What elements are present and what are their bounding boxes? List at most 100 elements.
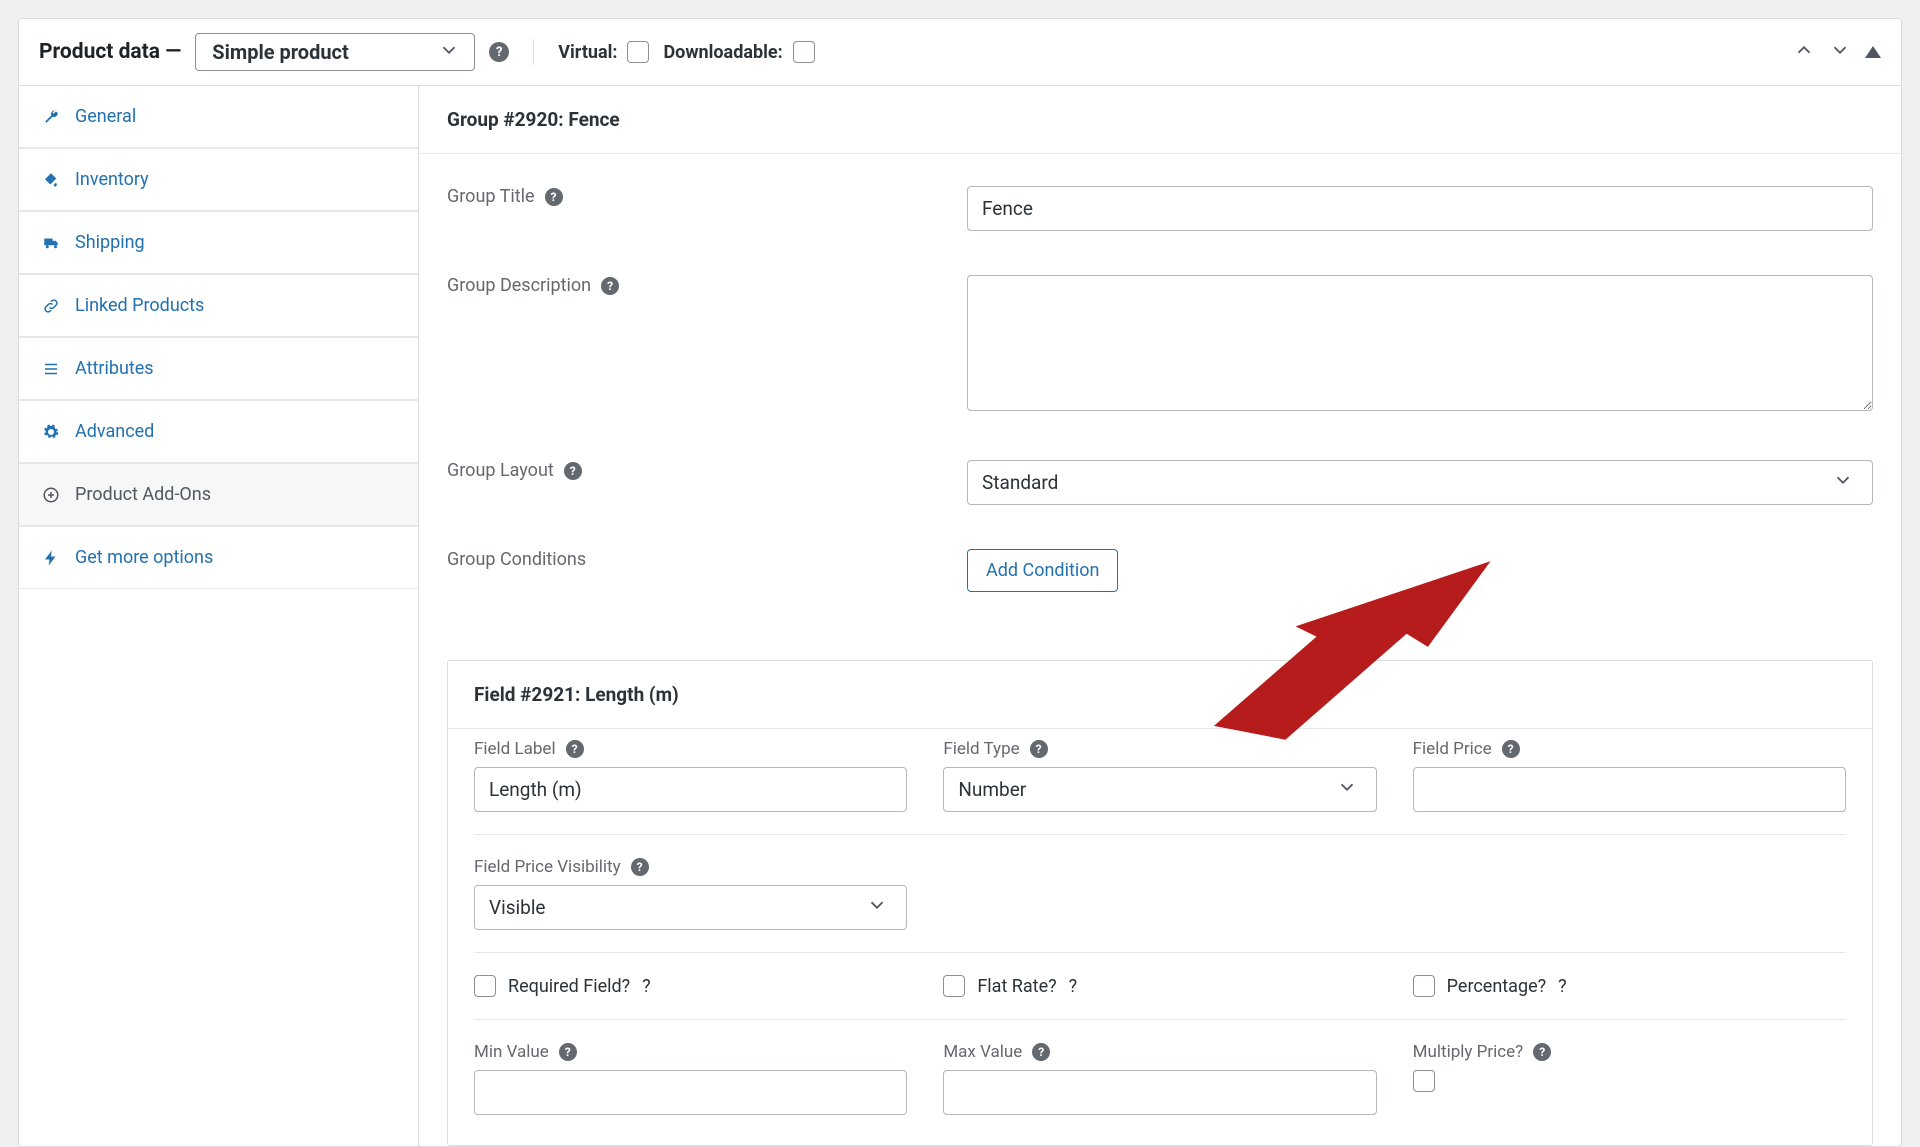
label-field-label: Field Label: [474, 739, 556, 759]
help-icon[interactable]: ?: [566, 740, 584, 758]
add-condition-button[interactable]: Add Condition: [967, 549, 1118, 592]
label-multiply: Multiply Price?: [1413, 1042, 1524, 1062]
help-icon[interactable]: ?: [1069, 976, 1078, 997]
multiply-toggle[interactable]: [1413, 1070, 1846, 1092]
panel-head-controls: [1793, 39, 1881, 66]
tab-shipping[interactable]: Shipping: [19, 211, 418, 274]
group-heading: Group #2920: Fence: [419, 86, 1901, 154]
product-data-panel: Product data — Simple product ? Virtual:…: [18, 18, 1902, 1147]
row-group-title: Group Title ?: [447, 164, 1873, 253]
checkbox-icon: [943, 975, 965, 997]
field-type-value: Number: [958, 778, 1026, 801]
list-icon: [41, 359, 61, 379]
fill-icon: [41, 170, 61, 190]
chevron-down-icon[interactable]: [1829, 39, 1851, 66]
checkbox-icon: [1413, 1070, 1435, 1092]
tab-advanced[interactable]: Advanced: [19, 400, 418, 463]
help-icon[interactable]: ?: [642, 976, 651, 997]
help-icon[interactable]: ?: [564, 462, 582, 480]
row-group-description: Group Description ?: [447, 253, 1873, 438]
gear-icon: [41, 422, 61, 442]
tab-attributes[interactable]: Attributes: [19, 337, 418, 400]
chevron-down-icon: [1336, 776, 1358, 803]
label-group-title: Group Title: [447, 186, 535, 207]
tab-get-more-options[interactable]: Get more options: [19, 526, 418, 589]
tab-linked-products[interactable]: Linked Products: [19, 274, 418, 337]
flat-rate-toggle[interactable]: Flat Rate? ?: [943, 975, 1376, 997]
tabs-sidebar: General Inventory Shipping Linked Produc…: [19, 86, 419, 1146]
field-row-2: Field Price Visibility? Visible: [474, 834, 1846, 930]
help-icon[interactable]: ?: [1533, 1043, 1551, 1061]
field-row-1: Field Label? Field Type? Number Field Pr…: [474, 739, 1846, 812]
help-icon[interactable]: ?: [1032, 1043, 1050, 1061]
help-icon[interactable]: ?: [1030, 740, 1048, 758]
field-row-3: Required Field? ? Flat Rate? ?: [474, 952, 1846, 997]
row-group-layout: Group Layout ? Standard: [447, 438, 1873, 527]
checkbox-icon: [793, 41, 815, 63]
help-icon[interactable]: ?: [559, 1043, 577, 1061]
checkbox-icon: [1413, 975, 1435, 997]
chevron-down-icon: [438, 39, 460, 66]
link-icon: [41, 296, 61, 316]
row-group-conditions: Group Conditions Add Condition: [447, 527, 1873, 614]
help-icon[interactable]: ?: [489, 42, 509, 62]
field-type-select[interactable]: Number: [943, 767, 1376, 812]
label-group-conditions: Group Conditions: [447, 549, 586, 570]
label-field-type: Field Type: [943, 739, 1019, 759]
triangle-up-icon[interactable]: [1865, 46, 1881, 58]
help-icon[interactable]: ?: [545, 188, 563, 206]
panel-title: Product data —: [39, 40, 181, 64]
label-price-visibility: Field Price Visibility: [474, 857, 621, 877]
price-visibility-select[interactable]: Visible: [474, 885, 907, 930]
chevron-up-icon[interactable]: [1793, 39, 1815, 66]
price-visibility-value: Visible: [489, 896, 546, 919]
chevron-down-icon: [1832, 469, 1854, 496]
group-layout-value: Standard: [982, 471, 1058, 494]
required-field-toggle[interactable]: Required Field? ?: [474, 975, 907, 997]
tab-label: Get more options: [75, 547, 213, 568]
group-description-input[interactable]: [967, 275, 1873, 411]
help-icon[interactable]: ?: [601, 277, 619, 295]
percentage-toggle[interactable]: Percentage? ?: [1413, 975, 1846, 997]
plus-circle-icon: [41, 485, 61, 505]
label-max-value: Max Value: [943, 1042, 1022, 1062]
max-value-input[interactable]: [943, 1070, 1376, 1115]
label-min-value: Min Value: [474, 1042, 549, 1062]
downloadable-label: Downloadable:: [663, 42, 782, 63]
min-value-input[interactable]: [474, 1070, 907, 1115]
help-icon[interactable]: ?: [1502, 740, 1520, 758]
field-card: Field #2921: Length (m) Field Label? Fie…: [447, 660, 1873, 1146]
product-type-select[interactable]: Simple product: [195, 33, 475, 71]
chevron-down-icon: [866, 894, 888, 921]
tab-label: Attributes: [75, 358, 154, 379]
tab-label: Shipping: [75, 232, 145, 253]
help-icon[interactable]: ?: [631, 858, 649, 876]
virtual-toggle[interactable]: Virtual:: [558, 41, 649, 63]
panel-body: General Inventory Shipping Linked Produc…: [19, 86, 1901, 1146]
field-price-input[interactable]: [1413, 767, 1846, 812]
checkbox-icon: [474, 975, 496, 997]
divider: [533, 39, 534, 65]
checkbox-icon: [627, 41, 649, 63]
tab-product-addons[interactable]: Product Add-Ons: [19, 463, 418, 526]
truck-icon: [41, 233, 61, 253]
field-heading: Field #2921: Length (m): [448, 661, 1872, 729]
virtual-label: Virtual:: [558, 42, 617, 63]
tab-label: Inventory: [75, 169, 149, 190]
tab-general[interactable]: General: [19, 86, 418, 148]
bolt-icon: [41, 548, 61, 568]
label-group-description: Group Description: [447, 275, 591, 296]
field-row-4: Min Value? Max Value? Multiply Price??: [474, 1019, 1846, 1115]
downloadable-toggle[interactable]: Downloadable:: [663, 41, 814, 63]
wrench-icon: [41, 107, 61, 127]
group-form: Group Title ? Group Description ?: [419, 154, 1901, 624]
group-title-input[interactable]: [967, 186, 1873, 231]
group-layout-select[interactable]: Standard: [967, 460, 1873, 505]
field-label-input[interactable]: [474, 767, 907, 812]
label-group-layout: Group Layout: [447, 460, 554, 481]
tab-inventory[interactable]: Inventory: [19, 148, 418, 211]
help-icon[interactable]: ?: [1558, 976, 1567, 997]
label-percentage: Percentage?: [1447, 976, 1546, 997]
product-type-value: Simple product: [212, 40, 348, 64]
panel-header: Product data — Simple product ? Virtual:…: [19, 19, 1901, 86]
